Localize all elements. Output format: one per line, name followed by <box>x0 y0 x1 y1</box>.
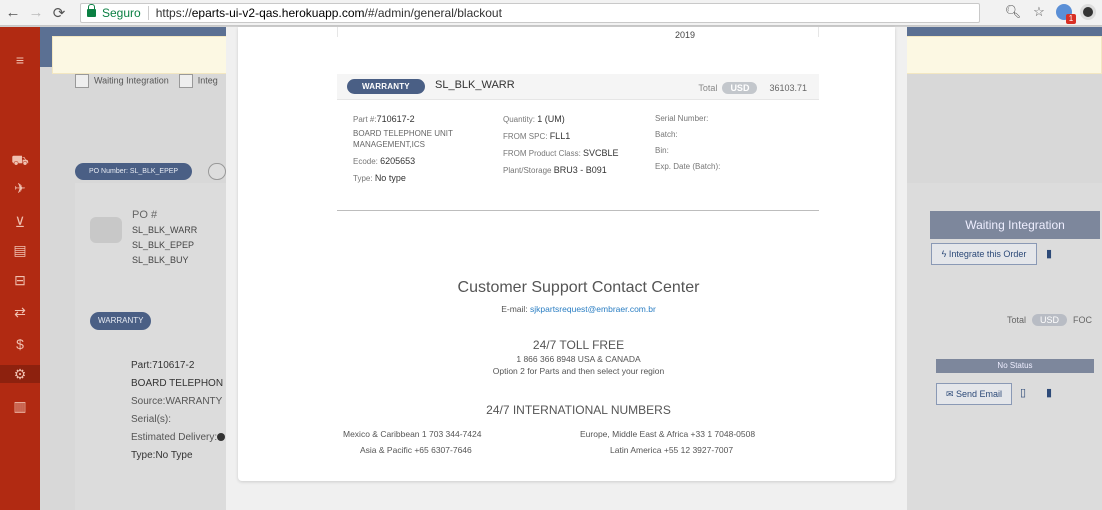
part-description: BOARD TELEPHONE UNIT MANAGEMENT,ICS <box>353 129 453 149</box>
menu-icon[interactable]: ≡ <box>10 51 30 69</box>
sidebar: ≡ ⛟ ✈ ⊻ ▤ ⊟ ⇄ $ ⚙ ▥ <box>0 27 40 510</box>
po-number: SL_BLK_EPEP <box>132 240 195 250</box>
tollfree-number: 1 866 366 8948 USA & CANADA <box>516 354 641 364</box>
warranty-chip: WARRANTY <box>347 79 425 94</box>
international-title: 24/7 INTERNATIONAL NUMBERS <box>486 403 671 417</box>
extension-icon[interactable]: 1 <box>1056 4 1076 24</box>
star-icon[interactable]: ☆ <box>1030 3 1048 21</box>
document-icon[interactable]: ▤ <box>10 241 30 259</box>
status-filters: Waiting Integration Integ <box>75 74 218 88</box>
chart-icon[interactable]: ▥ <box>10 397 30 415</box>
settings-icon[interactable]: ⚙ <box>0 365 40 383</box>
tollfree-title: 24/7 TOLL FREE <box>532 338 625 352</box>
extension-badge: 1 <box>1066 14 1076 24</box>
support-title: Customer Support Contact Center <box>457 279 700 296</box>
checkbox[interactable] <box>178 74 193 88</box>
address-bar[interactable]: Seguro https://eparts-ui-v2-qas.herokuap… <box>80 3 980 23</box>
secure-label: Seguro <box>102 6 141 20</box>
currency-badge: USD <box>722 82 758 94</box>
dollar-icon[interactable]: $ <box>10 335 30 353</box>
phone-mexico: Mexico & Caribbean 1 703 344-7424 <box>343 429 482 439</box>
forward-icon[interactable]: → <box>26 3 46 23</box>
no-status-badge: No Status <box>936 359 1094 373</box>
item-header: WARRANTY SL_BLK_WARR Total USD 36103.71 <box>337 74 819 100</box>
integrate-order-button[interactable]: ϟ Integrate this Order <box>931 243 1037 265</box>
total-value: 36103.71 <box>769 83 807 93</box>
back-icon[interactable]: ← <box>3 3 23 23</box>
book-icon[interactable]: ▮ <box>1046 386 1052 399</box>
warranty-chip: WARRANTY <box>90 312 152 330</box>
item-code: SL_BLK_WARR <box>435 79 515 91</box>
tollfree-option: Option 2 for Parts and then select your … <box>492 366 665 376</box>
filter-integrated[interactable]: Integ <box>178 74 218 88</box>
part-info: Part #:710617-2 BOARD TELEPHONE UNIT MAN… <box>353 111 493 187</box>
browser-toolbar: ← → ⟳ Seguro https://eparts-ui-v2-qas.he… <box>0 0 1102 26</box>
currency-badge: USD <box>1031 314 1067 326</box>
status-dot <box>217 433 226 442</box>
part-summary: Part:710617-2 BOARD TELEPHON Source:WARR… <box>131 357 226 465</box>
pdf-icon[interactable]: ▯ <box>1020 386 1026 399</box>
lock-icon <box>87 4 96 17</box>
po-number: SL_BLK_WARR <box>132 225 198 235</box>
plane-icon[interactable]: ✈ <box>10 179 30 197</box>
order-total: Total USD FOC <box>1006 314 1092 326</box>
quantity-info: Quantity: 1 (UM) FROM SPC: FLL1 FROM Pro… <box>503 114 619 175</box>
total-label: Total <box>698 83 718 93</box>
phone-latam: Latin America +55 12 3927-7007 <box>610 445 734 455</box>
cart-icon[interactable]: ⊻ <box>10 213 30 231</box>
order-detail-modal: 2019 WARRANTY SL_BLK_WARR Total USD 3610… <box>226 27 907 510</box>
batch-info: Serial Number: Batch: Bin: Exp. Date (Ba… <box>655 114 721 171</box>
book-icon[interactable]: ▮ <box>1046 247 1052 260</box>
inbox-icon <box>90 217 122 243</box>
filter-waiting-integration[interactable]: Waiting Integration <box>75 74 169 88</box>
po-number: SL_BLK_BUY <box>132 255 189 265</box>
year-label: 2019 <box>675 30 696 40</box>
truck-icon[interactable]: ⛟ <box>10 151 30 169</box>
phone-asia: Asia & Pacific +65 6307-7646 <box>360 445 472 455</box>
previous-section <box>337 27 819 37</box>
url-text: https://eparts-ui-v2-qas.herokuapp.com/#… <box>155 6 502 20</box>
filter-chip[interactable] <box>208 163 226 180</box>
support-email: E-mail: sjkpartsrequest@embraer.com.br <box>501 304 656 314</box>
item-total: Total USD 36103.71 <box>698 82 807 94</box>
send-email-button[interactable]: ✉ Send Email <box>936 383 1012 405</box>
po-title: PO # <box>132 209 158 221</box>
phone-europe: Europe, Middle East & Africa +33 1 7048-… <box>580 429 756 439</box>
status-button[interactable]: Waiting Integration <box>930 211 1100 239</box>
reload-icon[interactable]: ⟳ <box>49 3 69 23</box>
email-link[interactable]: sjkpartsrequest@embraer.com.br <box>530 304 656 314</box>
section-divider <box>337 210 819 211</box>
browser-actions: 🔍︎ ☆ 1 <box>1004 3 1096 24</box>
modal-content: 2019 WARRANTY SL_BLK_WARR Total USD 3610… <box>238 27 895 481</box>
zoom-icon[interactable]: 🔍︎ <box>1004 3 1022 21</box>
profile-icon[interactable] <box>1080 4 1096 20</box>
divider <box>147 6 149 20</box>
exchange-icon[interactable]: ⇄ <box>10 303 30 321</box>
return-icon[interactable]: ⊟ <box>10 271 30 289</box>
po-number-chip[interactable]: PO Number: SL_BLK_EPEP <box>75 163 193 180</box>
checkbox[interactable] <box>75 74 89 88</box>
po-list: PO # SL_BLK_WARR SL_BLK_EPEP SL_BLK_BUY <box>132 208 197 268</box>
